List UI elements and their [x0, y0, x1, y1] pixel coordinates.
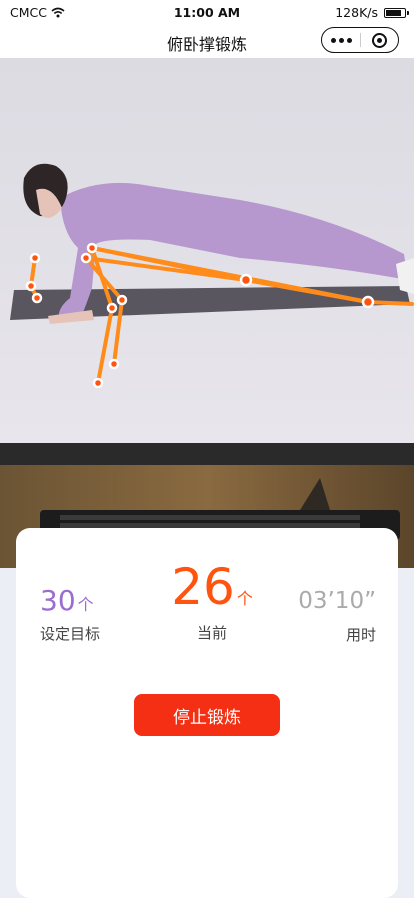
status-right: 128K/s: [335, 5, 409, 20]
stop-exercise-button[interactable]: 停止锻炼: [134, 694, 280, 736]
battery-icon: [384, 7, 409, 18]
network-speed: 128K/s: [335, 5, 378, 20]
close-target-icon: [372, 32, 387, 48]
nav-bar: 俯卧撑锻炼: [0, 24, 414, 58]
goal-unit: 个: [77, 595, 94, 614]
close-button[interactable]: [361, 28, 398, 52]
camera-view: [0, 58, 414, 568]
more-button[interactable]: [322, 28, 360, 52]
mini-program-capsule: [321, 27, 399, 53]
status-bar: CMCC 11:00 AM 128K/s: [0, 0, 414, 24]
current-unit: 个: [236, 589, 253, 608]
goal-label: 设定目标: [40, 625, 101, 643]
monitor-bezel: [0, 443, 414, 465]
current-stat: 26 个 当前: [171, 558, 253, 643]
current-label: 当前: [196, 624, 227, 642]
more-dots-icon: [330, 37, 336, 43]
goal-value: 30: [40, 584, 76, 617]
elapsed-time: 03’10”: [298, 588, 376, 614]
goal-stat: 30 个 设定目标: [40, 584, 100, 644]
stats-card: 30 个 设定目标 26 个 当前 03’10” 用时 停止锻炼: [16, 528, 398, 898]
elapsed-label: 用时: [345, 626, 376, 644]
pose-camera-svg: [0, 58, 414, 568]
elapsed-stat: 03’10” 用时: [298, 588, 376, 645]
current-count: 26: [171, 558, 235, 616]
